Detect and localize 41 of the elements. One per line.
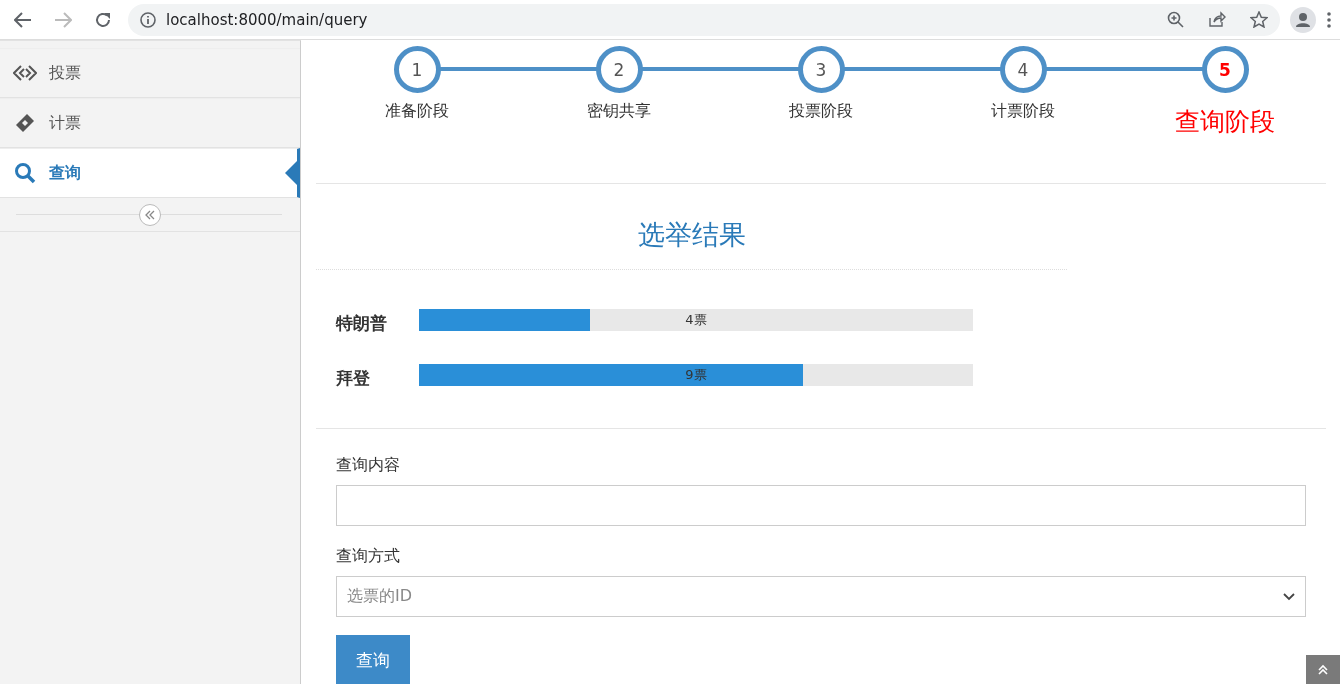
step-label: 查询阶段 <box>1175 106 1275 138</box>
search-icon <box>14 162 36 184</box>
url-text: localhost:8000/main/query <box>166 10 368 29</box>
step-label: 密钥共享 <box>587 101 651 122</box>
ticket-icon <box>14 112 36 134</box>
step-circle: 2 <box>595 46 643 93</box>
double-chevron-left-icon <box>144 209 156 220</box>
star-icon[interactable] <box>1250 11 1268 28</box>
field-label: 查询内容 <box>336 455 400 476</box>
query-method-dropdown[interactable]: 选票的ID <box>336 576 1306 617</box>
sidebar-item[interactable]: 查询 <box>0 148 300 198</box>
step-label: 准备阶段 <box>385 101 449 122</box>
candidate-name: 拜登 <box>336 367 371 390</box>
vote-count: 9票 <box>685 365 707 384</box>
query-content-field[interactable] <box>336 485 1306 526</box>
vote-count: 4票 <box>685 310 707 329</box>
field-label: 查询方式 <box>336 546 400 567</box>
address-bar[interactable]: localhost:8000/main/query <box>128 3 1280 36</box>
chevron-down-icon <box>1283 592 1295 601</box>
double-chevron-up-icon <box>1317 663 1329 676</box>
diamond-link-icon <box>13 65 37 81</box>
share-icon[interactable] <box>1208 11 1226 28</box>
step-label: 投票阶段 <box>789 101 853 122</box>
candidate-name: 特朗普 <box>336 312 388 335</box>
results-title: 选举结果 <box>316 184 1067 270</box>
zoom-icon[interactable] <box>1167 11 1184 28</box>
scroll-top-button[interactable] <box>1306 655 1340 684</box>
step-circle: 5 <box>1201 46 1249 93</box>
back-arrow-icon[interactable] <box>14 11 32 28</box>
query-button[interactable]: 查询 <box>336 635 410 684</box>
collapse-button[interactable] <box>139 203 161 226</box>
profile-avatar-icon[interactable] <box>1290 6 1316 33</box>
reload-icon[interactable] <box>94 10 112 29</box>
step-circle: 3 <box>797 46 845 93</box>
active-pointer-icon <box>285 161 297 185</box>
step-label: 计票阶段 <box>991 101 1055 122</box>
step-circle: 4 <box>999 46 1047 93</box>
step-circle: 1 <box>393 46 441 93</box>
sidebar-item[interactable]: 投票 <box>0 48 300 98</box>
info-icon <box>140 11 156 28</box>
menu-icon[interactable] <box>1326 10 1332 29</box>
